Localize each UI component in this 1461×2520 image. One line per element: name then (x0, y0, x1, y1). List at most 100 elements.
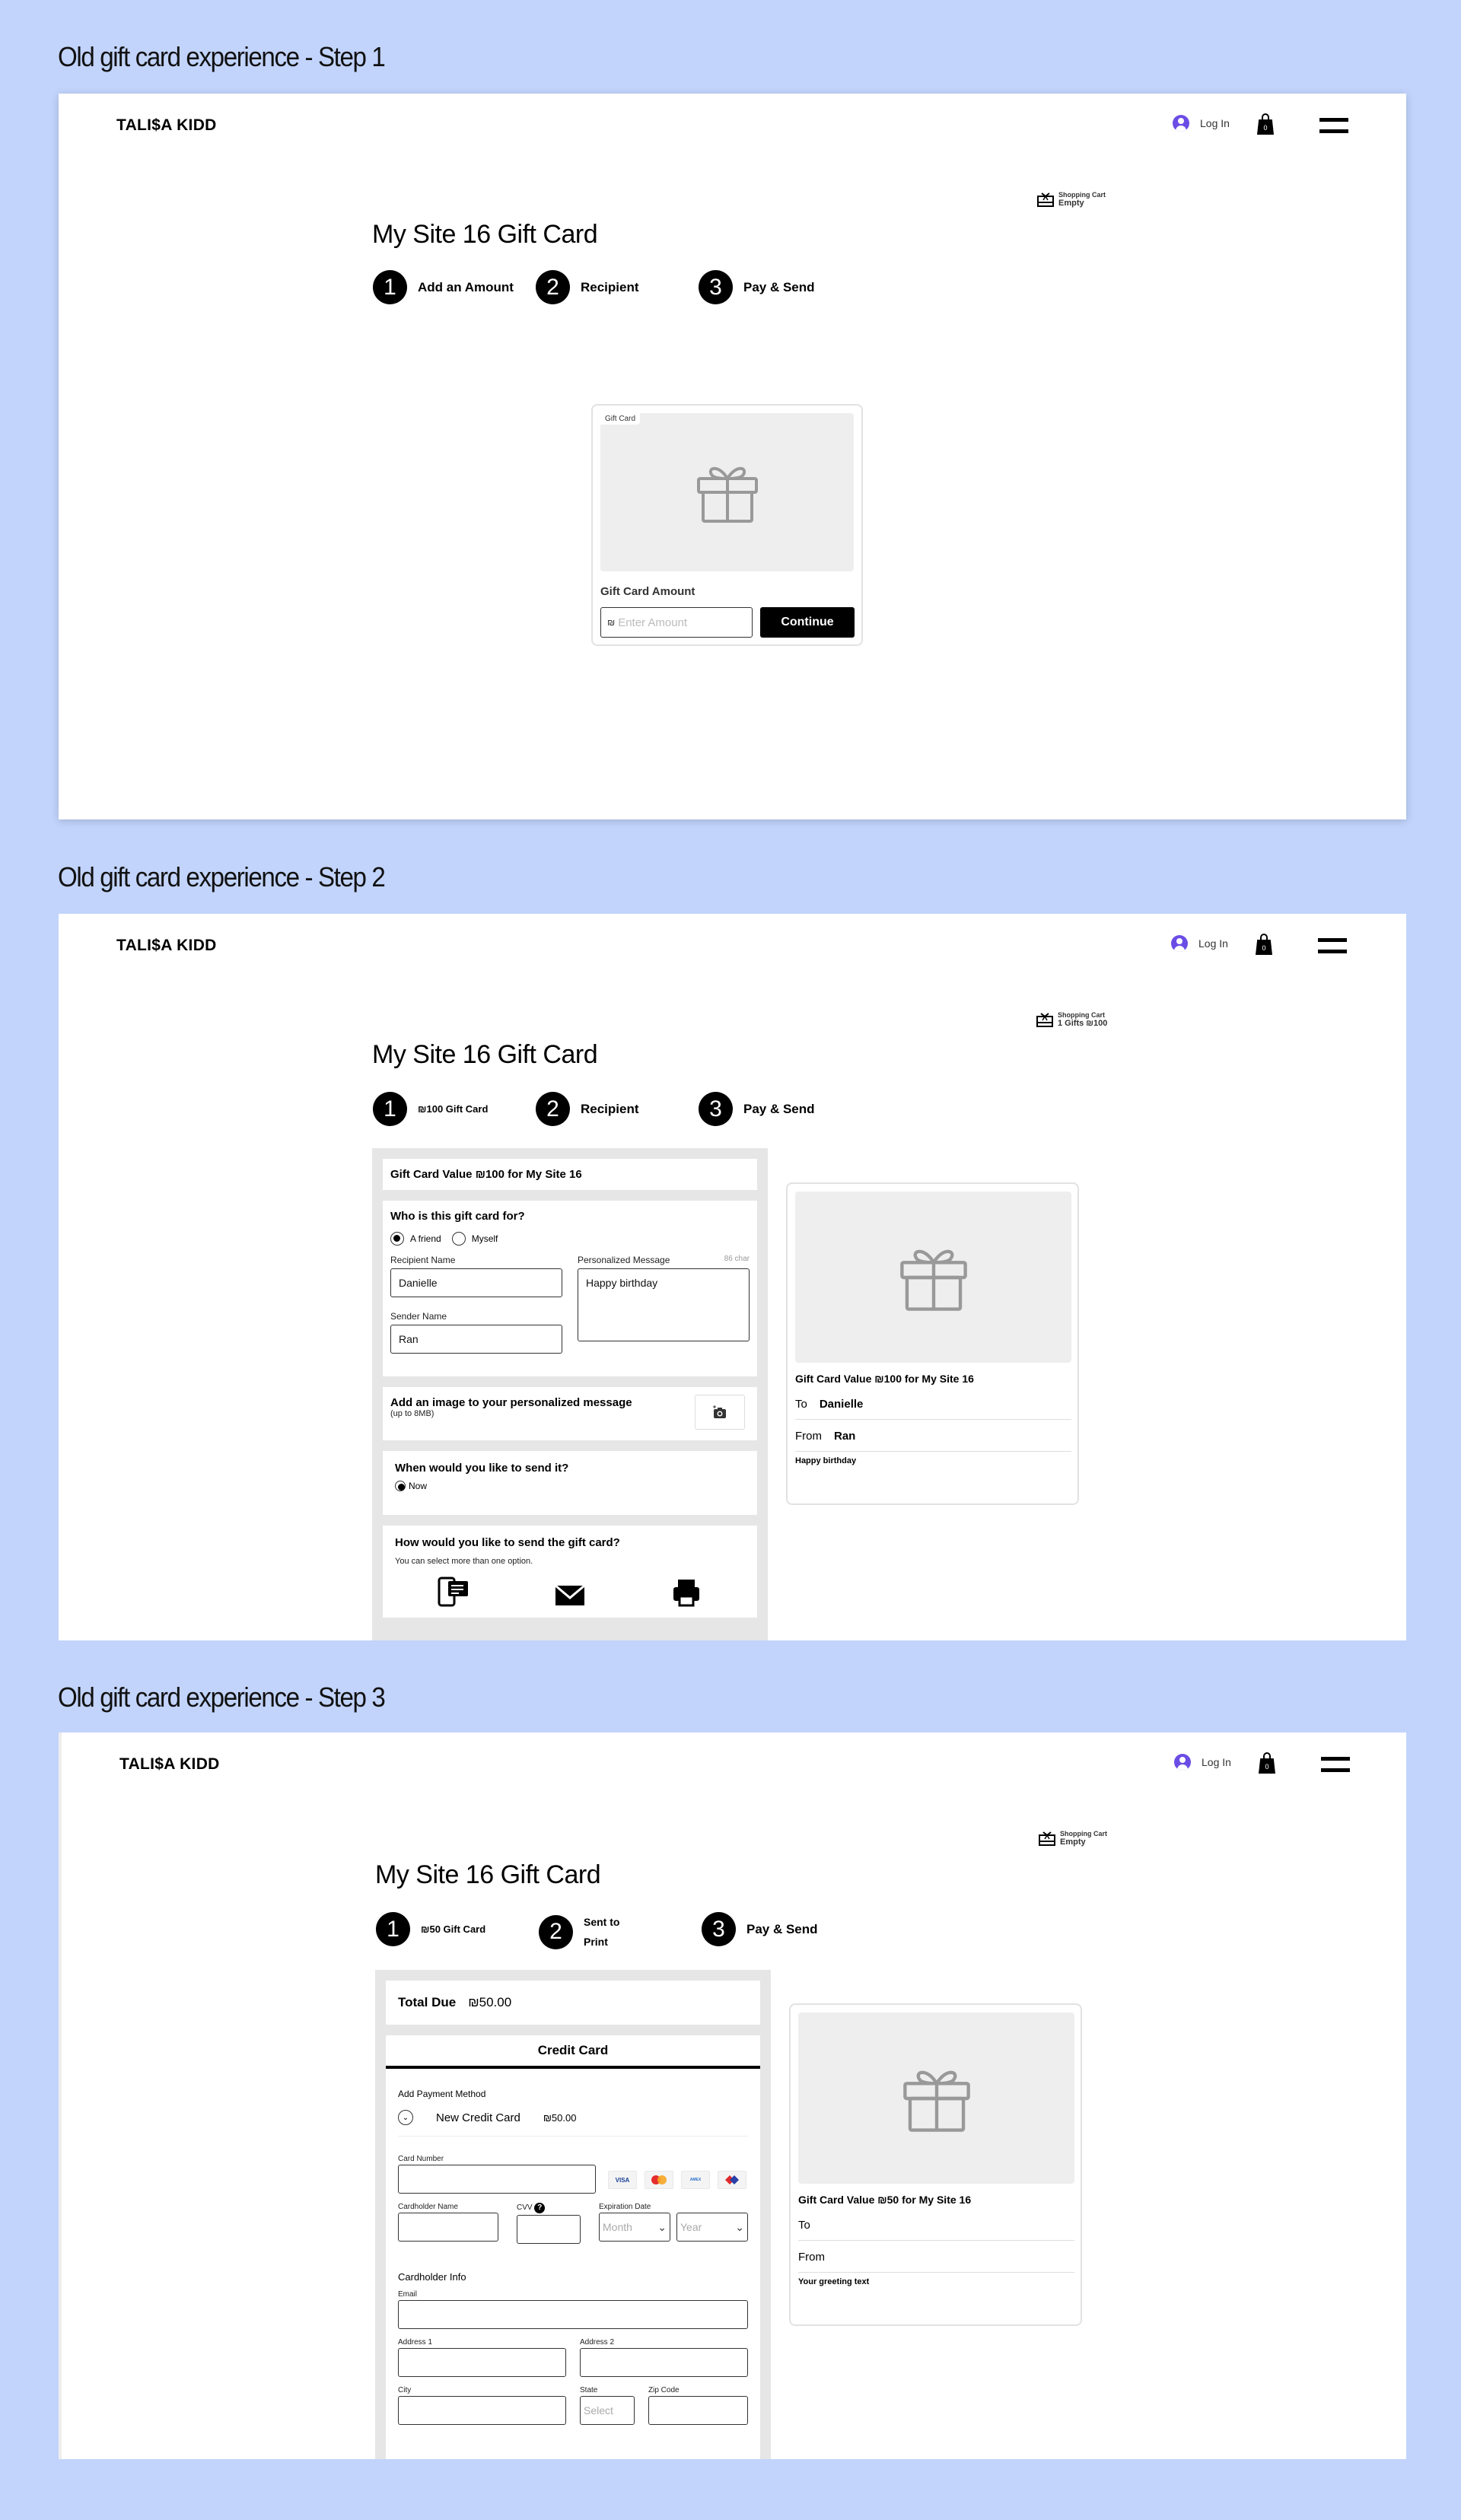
step-label: Add an Amount (418, 279, 514, 294)
gift-icon (899, 1249, 967, 1311)
address1-input[interactable] (398, 2348, 566, 2377)
preview-from-row: From Ran (795, 1421, 1071, 1452)
card-number-input[interactable] (398, 2165, 596, 2194)
state-select[interactable]: Select (580, 2396, 635, 2425)
step-label: Pay & Send (743, 279, 815, 294)
month-select[interactable]: Month ⌄ (599, 2213, 670, 2242)
address1-label: Address 1 (398, 2338, 433, 2347)
mini-cart-status: 1 Gifts ₪100 (1058, 1019, 1108, 1028)
add-image-panel: Add an image to your personalized messag… (383, 1387, 757, 1440)
cvv-label: CVV (517, 2203, 533, 2212)
gift-card-amount-input[interactable]: ₪ Enter Amount (600, 607, 753, 638)
cart-count: 0 (1256, 940, 1272, 955)
step-1: 1 Add an Amount (373, 270, 514, 304)
login-label: Log In (1198, 937, 1228, 950)
step-2: 2 Recipient (536, 270, 639, 304)
char-count: 86 char (724, 1255, 750, 1263)
when-panel: When would you like to send it? Now (383, 1451, 757, 1515)
continue-button[interactable]: Continue (760, 607, 855, 638)
cart-count: 0 (1259, 1758, 1275, 1774)
gift-card-icon (1036, 1013, 1053, 1027)
address2-input[interactable] (580, 2348, 748, 2377)
preview-title: Gift Card Value ₪100 for My Site 16 (795, 1373, 974, 1385)
radio-myself[interactable] (451, 1232, 466, 1246)
sender-name-input[interactable]: Ran (390, 1325, 562, 1354)
help-icon[interactable]: ? (534, 2203, 546, 2213)
zip-input[interactable] (648, 2396, 748, 2425)
step-number: 3 (699, 270, 733, 304)
login-button[interactable]: Log In (1171, 935, 1228, 952)
page-title: My Site 16 Gift Card (372, 1040, 598, 1069)
cart-bag-icon[interactable]: 0 (1259, 1752, 1275, 1774)
hamburger-menu-icon[interactable] (1321, 1757, 1350, 1772)
radio-friend[interactable] (390, 1232, 404, 1246)
cardholder-info-title: Cardholder Info (398, 2271, 466, 2283)
month-placeholder: Month (603, 2221, 632, 2233)
site-logo[interactable]: TALI$A KIDD (116, 116, 217, 135)
address2-label: Address 2 (580, 2338, 615, 2347)
site-logo[interactable]: TALI$A KIDD (119, 1755, 220, 1774)
step-3: 3 Pay & Send (699, 1092, 815, 1126)
hamburger-menu-icon[interactable] (1319, 118, 1348, 133)
preview-image (798, 2013, 1074, 2184)
step-label: Pay & Send (743, 1101, 815, 1116)
preview-from-row: From (798, 2242, 1074, 2273)
step-label: Recipient (581, 279, 639, 294)
site-logo[interactable]: TALI$A KIDD (116, 937, 217, 955)
gift-card-icon (1039, 1831, 1055, 1846)
login-button[interactable]: Log In (1173, 115, 1230, 132)
chevron-down-icon: ⌄ (735, 2221, 744, 2233)
login-button[interactable]: Log In (1174, 1754, 1231, 1771)
radio-myself-label: Myself (471, 1233, 498, 1244)
email-input[interactable] (398, 2300, 748, 2329)
login-label: Log In (1202, 1756, 1231, 1768)
step-2: 2 Recipient (536, 1092, 639, 1126)
mini-cart[interactable]: Shopping Cart 1 Gifts ₪100 (1036, 1011, 1107, 1028)
mini-cart[interactable]: Shopping Cart Empty (1039, 1830, 1107, 1847)
gift-value-panel: Gift Card Value ₪100 for My Site 16 (383, 1159, 757, 1190)
section-title-step-2: Old gift card experience - Step 2 (58, 861, 386, 892)
tab-credit-card[interactable]: Credit Card (386, 2035, 760, 2069)
total-due-label: Total Due (398, 1995, 457, 2009)
mini-cart[interactable]: Shopping Cart Empty (1037, 191, 1106, 208)
cardholder-name-input[interactable] (398, 2213, 498, 2242)
new-credit-card-option[interactable]: ⌄ New Credit Card ₪50.00 (398, 2110, 748, 2137)
section-title-step-1: Old gift card experience - Step 1 (58, 41, 386, 72)
to-label: To (795, 1398, 807, 1411)
email-icon[interactable] (554, 1577, 586, 1607)
preview-image (795, 1192, 1071, 1363)
sms-icon[interactable] (438, 1577, 469, 1607)
gift-icon (696, 466, 758, 523)
cvv-input[interactable] (517, 2215, 581, 2244)
year-select[interactable]: Year ⌄ (676, 2213, 748, 2242)
new-card-label: New Credit Card (436, 2111, 520, 2124)
gift-card-tag: Gift Card (600, 413, 641, 425)
sender-label: Sender Name (390, 1311, 447, 1322)
personalized-message-input[interactable]: Happy birthday (578, 1268, 750, 1341)
step-1: 1 ₪50 Gift Card (376, 1912, 485, 1946)
radio-friend-label: A friend (410, 1233, 441, 1244)
cart-bag-icon[interactable]: 0 (1256, 934, 1272, 955)
gift-value-title: Gift Card Value ₪100 for My Site 16 (390, 1168, 582, 1181)
cart-bag-icon[interactable]: 0 (1257, 113, 1274, 135)
how-panel: How would you like to send the gift card… (383, 1526, 757, 1618)
step-indicator: 1 ₪100 Gift Card 2 Recipient 3 Pay & Send (373, 1092, 906, 1127)
step-2-frame: TALI$A KIDD Log In 0 Shopping Cart 1 Gift… (59, 914, 1406, 1640)
add-image-button[interactable] (695, 1395, 745, 1430)
city-input[interactable] (398, 2396, 566, 2425)
print-icon[interactable] (670, 1577, 702, 1607)
recipient-name-input[interactable]: Danielle (390, 1268, 562, 1297)
hamburger-menu-icon[interactable] (1318, 938, 1347, 953)
year-placeholder: Year (680, 2221, 702, 2233)
page-title: My Site 16 Gift Card (372, 220, 598, 249)
radio-now[interactable] (395, 1481, 406, 1491)
total-due-value: ₪50.00 (468, 1995, 512, 2009)
step-number: 2 (536, 270, 570, 304)
cardholder-name-label: Cardholder Name (398, 2203, 458, 2211)
gift-icon (902, 2070, 970, 2132)
mini-cart-label: Shopping Cart (1058, 1011, 1105, 1019)
mini-cart-label: Shopping Cart (1060, 1830, 1107, 1838)
step-number: 2 (539, 1914, 573, 1949)
step-label: ₪100 Gift Card (418, 1103, 489, 1115)
to-label: To (798, 2219, 810, 2232)
